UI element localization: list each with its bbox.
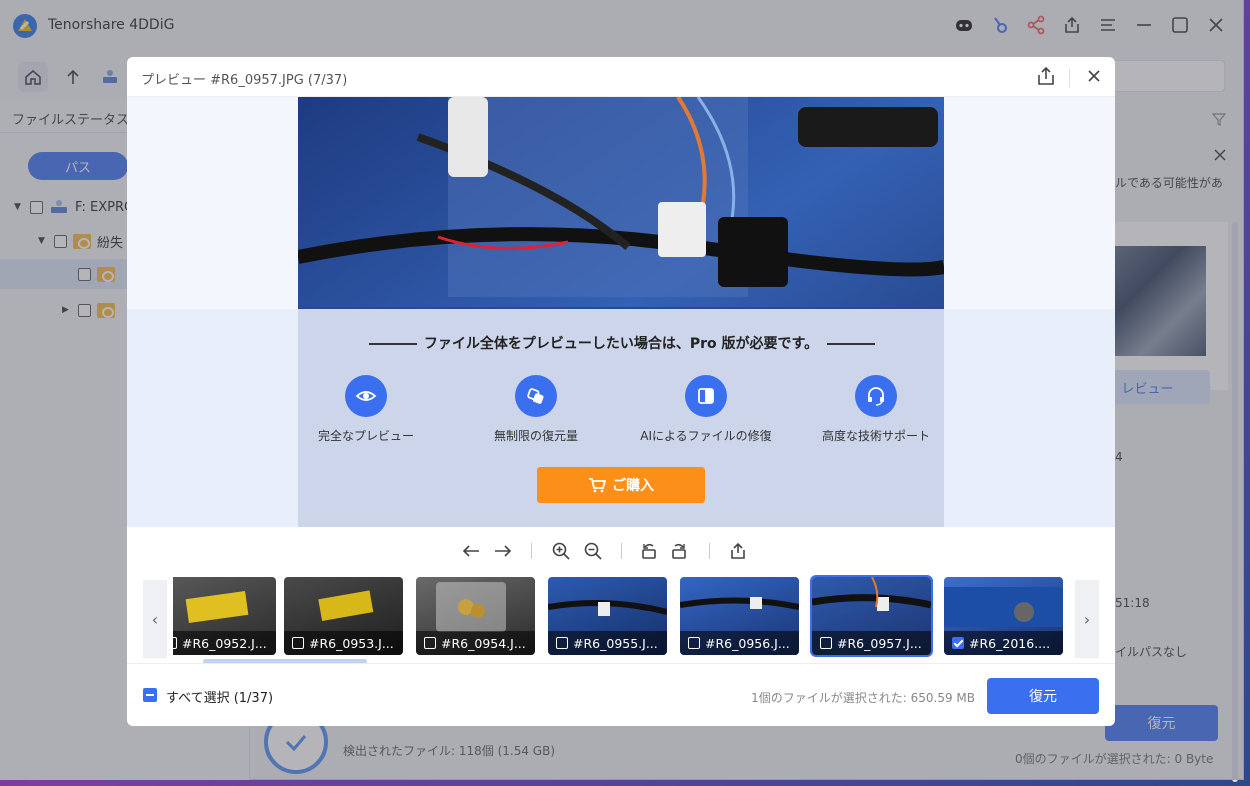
eye-icon <box>345 375 387 417</box>
chevron-left-icon: ‹ <box>151 609 159 629</box>
unlimited-icon <box>515 375 557 417</box>
thumbnail-active[interactable]: #R6_0957.J... <box>810 575 933 657</box>
divider <box>827 343 875 345</box>
thumbnail-checkbox[interactable] <box>820 637 832 649</box>
thumbnail[interactable]: #R6_0952.J... <box>173 577 276 655</box>
close-icon[interactable] <box>1083 65 1105 87</box>
thumbnail-label: #R6_0952.J... <box>173 631 276 655</box>
thumbnail-checkbox-checked[interactable] <box>952 637 964 649</box>
divider <box>709 543 710 559</box>
thumb-prev-button[interactable]: ‹ <box>143 580 167 658</box>
rotate-right-icon[interactable] <box>667 539 691 563</box>
buy-button[interactable]: ご購入 <box>537 467 705 503</box>
modal-footer: すべて選択 (1/37) 1個のファイルが選択された: 650.59 MB 復元 <box>127 663 1115 726</box>
arrow-left-icon[interactable] <box>459 539 483 563</box>
divider <box>531 543 532 559</box>
thumb-next-button[interactable]: › <box>1075 580 1099 658</box>
feature-label: AIによるファイルの修復 <box>640 429 772 443</box>
thumbnail-label: #R6_0954.J... <box>416 631 535 655</box>
feature-unlimited: 無制限の復元量 <box>451 375 621 444</box>
feature-label: 無制限の復元量 <box>493 429 578 443</box>
zoom-out-icon[interactable] <box>581 539 605 563</box>
thumbnail[interactable]: #R6_0956.J... <box>680 577 799 655</box>
upsell-title: ファイル全体をプレビューしたい場合は、Pro 版が必要です。 <box>423 336 819 352</box>
thumbnail[interactable]: #R6_2016.... <box>944 577 1063 655</box>
feature-label: 高度な技術サポート <box>821 429 930 443</box>
thumbnail-strip: ‹ #R6_0952.J... #R6_0953.J... #R6_0954.J… <box>127 575 1115 665</box>
divider <box>1069 69 1070 87</box>
preview-area: ファイル全体をプレビューしたい場合は、Pro 版が必要です。 完全なプレビュー … <box>127 97 1115 527</box>
arrow-right-icon[interactable] <box>491 539 515 563</box>
thumbnail-checkbox[interactable] <box>424 637 436 649</box>
restore-button[interactable]: 復元 <box>987 678 1099 714</box>
headset-icon <box>855 375 897 417</box>
feature-label: 完全なプレビュー <box>317 429 414 443</box>
thumbnail-checkbox[interactable] <box>688 637 700 649</box>
zoom-in-icon[interactable] <box>549 539 573 563</box>
feature-support: 高度な技術サポート <box>791 375 961 444</box>
thumbnail-list: #R6_0952.J... #R6_0953.J... #R6_0954.J..… <box>173 575 1069 665</box>
selected-info: 1個のファイルが選択された: 650.59 MB <box>751 691 975 705</box>
thumbnail-checkbox[interactable] <box>556 637 568 649</box>
select-all-label: すべて選択 (1/37) <box>166 691 274 706</box>
thumbnail-label: #R6_2016.... <box>944 631 1063 655</box>
share-icon[interactable] <box>1035 65 1057 87</box>
buy-button-label: ご購入 <box>612 478 654 494</box>
modal-title: プレビュー #R6_0957.JPG (7/37) <box>141 73 348 88</box>
select-all-checkbox[interactable] <box>143 688 157 702</box>
thumbnail-label: #R6_0956.J... <box>680 631 799 655</box>
viewer-controls <box>127 535 1115 567</box>
thumbnail[interactable]: #R6_0955.J... <box>548 577 667 655</box>
thumbnail[interactable]: #R6_0954.J... <box>416 577 535 655</box>
rotate-left-icon[interactable] <box>637 539 661 563</box>
feature-full-preview: 完全なプレビュー <box>281 375 451 444</box>
thumbnail-checkbox[interactable] <box>292 637 304 649</box>
thumbnail-checkbox[interactable] <box>173 637 177 649</box>
chevron-right-icon: › <box>1083 609 1091 629</box>
preview-modal: プレビュー #R6_0957.JPG (7/37) ファイル全体をプレビューした… <box>127 57 1115 726</box>
divider <box>621 543 622 559</box>
thumbnail-label: #R6_0957.J... <box>812 631 931 655</box>
export-icon[interactable] <box>726 539 750 563</box>
thumbnail-label: #R6_0953.J... <box>284 631 403 655</box>
ai-repair-icon <box>685 375 727 417</box>
thumbnail[interactable]: #R6_0953.J... <box>284 577 403 655</box>
modal-header: プレビュー #R6_0957.JPG (7/37) <box>127 57 1115 97</box>
feature-ai-repair: AIによるファイルの修復 <box>621 375 791 444</box>
cart-icon <box>589 478 606 493</box>
thumbnail-label: #R6_0955.J... <box>548 631 667 655</box>
pro-upsell-panel: ファイル全体をプレビューしたい場合は、Pro 版が必要です。 完全なプレビュー … <box>127 309 1115 527</box>
